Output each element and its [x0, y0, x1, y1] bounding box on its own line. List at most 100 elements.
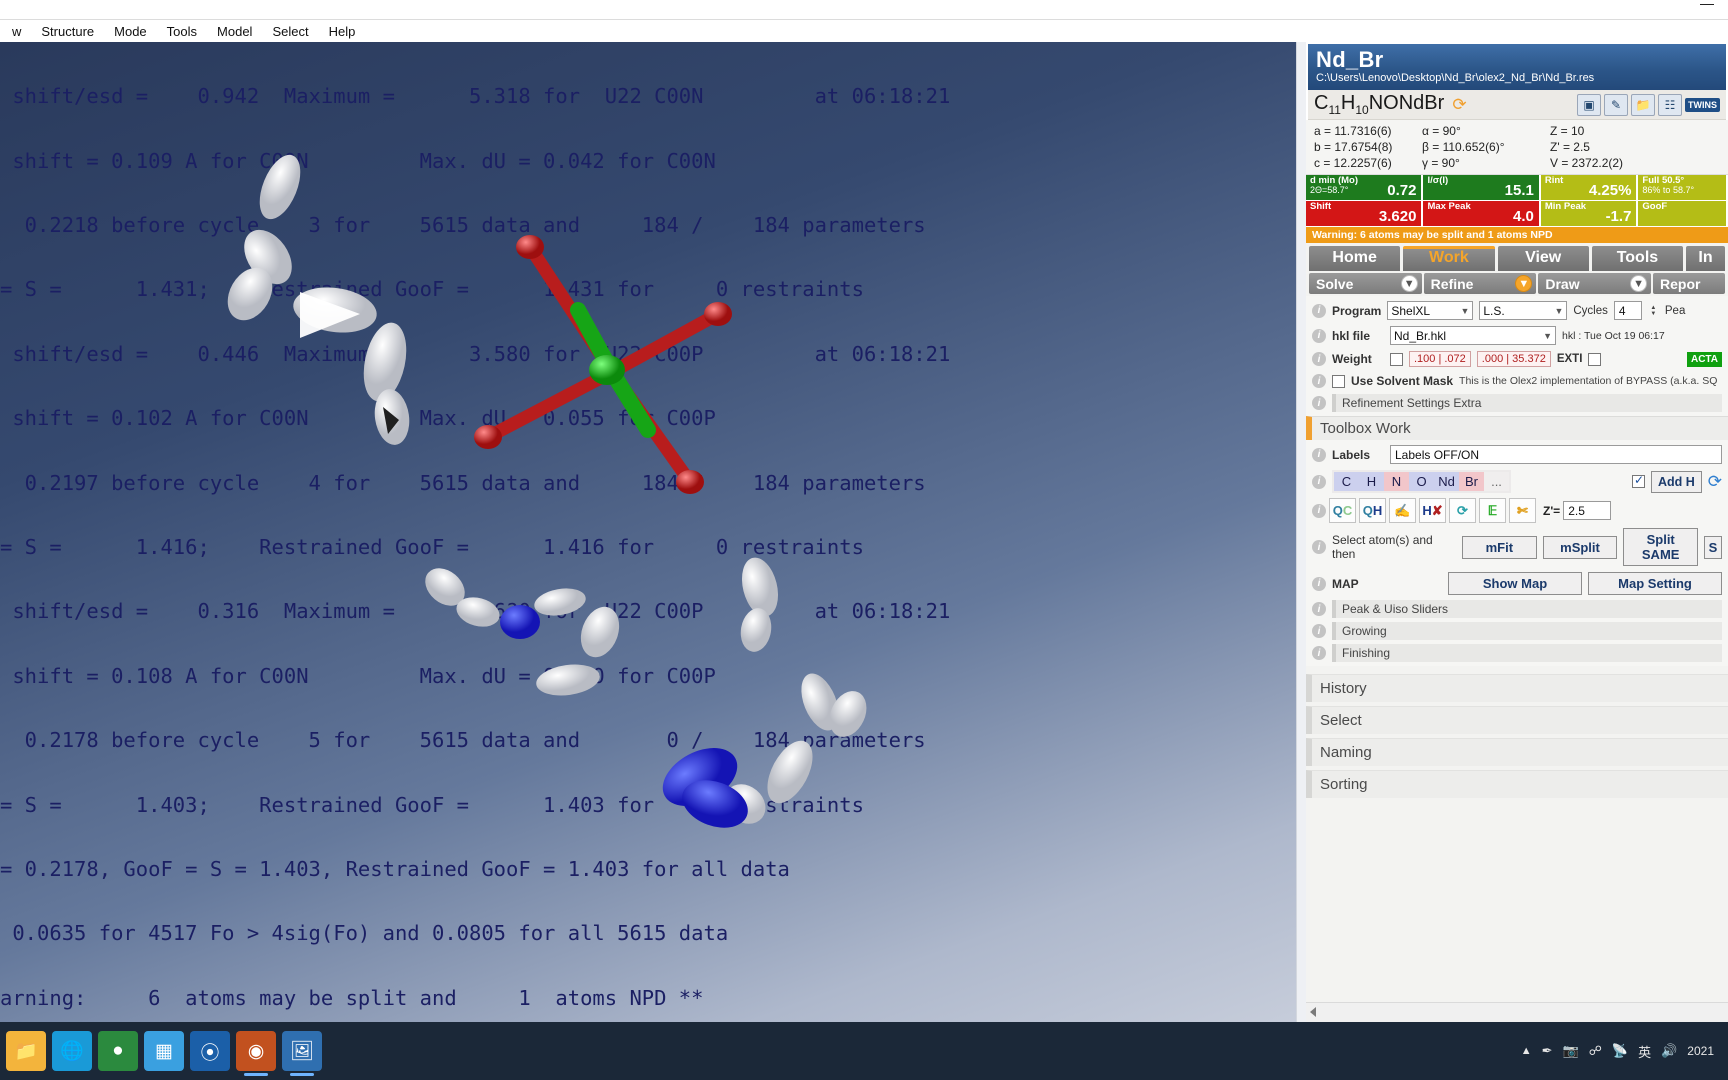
solve-dropdown-icon[interactable]: ▼: [1400, 275, 1418, 292]
accordion-naming[interactable]: Naming: [1306, 738, 1728, 766]
ime-icon[interactable]: 英: [1638, 1042, 1651, 1061]
chevron-up-icon[interactable]: ▲: [1521, 1045, 1532, 1057]
scroll-left-icon[interactable]: [1310, 1007, 1316, 1017]
info-icon[interactable]: i: [1312, 503, 1326, 518]
tab-home[interactable]: Home: [1309, 246, 1401, 271]
pen-icon[interactable]: ✎: [1604, 93, 1628, 116]
menu-item-w[interactable]: w: [2, 22, 31, 41]
info-icon[interactable]: i: [1312, 352, 1326, 366]
info-icon[interactable]: i: [1312, 576, 1326, 591]
camera-icon[interactable]: 📷: [1563, 1043, 1579, 1059]
picture-icon[interactable]: ▣: [1577, 93, 1601, 116]
element-button-nd[interactable]: Nd: [1434, 472, 1459, 491]
bluetooth-icon[interactable]: ☍: [1589, 1043, 1602, 1059]
cycles-input[interactable]: 4: [1613, 301, 1642, 320]
exti-checkbox[interactable]: [1588, 352, 1602, 366]
report-button[interactable]: Repor: [1653, 273, 1726, 294]
book-icon[interactable]: ☷: [1658, 93, 1682, 116]
info-icon[interactable]: i: [1312, 303, 1326, 318]
folder-icon[interactable]: 📁: [1631, 93, 1655, 116]
q-to-c-icon[interactable]: QC: [1329, 498, 1356, 523]
menu-item-mode[interactable]: Mode: [104, 22, 157, 41]
grow-fragment-icon[interactable]: 𝔼: [1479, 498, 1506, 523]
refresh-h-icon[interactable]: ⟳: [1708, 473, 1722, 490]
network-icon[interactable]: 📡: [1612, 1043, 1628, 1059]
menu-item-structure[interactable]: Structure: [31, 22, 104, 41]
accordion-history[interactable]: History: [1306, 674, 1728, 702]
speaker-icon[interactable]: 🔊: [1661, 1043, 1677, 1059]
labels-input[interactable]: Labels OFF/ON: [1390, 445, 1722, 464]
chevron-down-icon[interactable]: ▼: [1543, 331, 1552, 341]
info-icon[interactable]: i: [1312, 624, 1326, 638]
accordion-select[interactable]: Select: [1306, 706, 1728, 734]
menu-item-help[interactable]: Help: [319, 22, 366, 41]
weight-b-field[interactable]: .000 | 35.372: [1476, 351, 1551, 367]
menu-item-tools[interactable]: Tools: [157, 22, 207, 41]
method-select[interactable]: L.S. ▼: [1479, 301, 1568, 320]
photos-icon[interactable]: 🖼: [282, 1031, 322, 1076]
element-button-br[interactable]: Br: [1459, 472, 1484, 491]
msplit-button[interactable]: mSplit: [1542, 535, 1618, 559]
weight-checkbox[interactable]: [1390, 352, 1403, 366]
finishing-section[interactable]: Finishing: [1332, 644, 1722, 662]
info-icon[interactable]: i: [1312, 374, 1326, 388]
element-button-o[interactable]: O: [1409, 472, 1434, 491]
add-h-button[interactable]: Add H: [1650, 470, 1702, 493]
twins-badge[interactable]: TWINS: [1685, 97, 1720, 112]
store-icon[interactable]: ▦: [144, 1031, 184, 1071]
tab-view[interactable]: View: [1497, 246, 1589, 271]
refinement-settings-extra[interactable]: Refinement Settings Extra: [1332, 394, 1722, 412]
growing-section[interactable]: Growing: [1332, 622, 1722, 640]
element-button-more[interactable]: ...: [1484, 472, 1509, 491]
zprime-input[interactable]: 2.5: [1563, 501, 1612, 520]
mfit-button[interactable]: mFit: [1462, 535, 1537, 559]
refine-button[interactable]: Refine ▼: [1423, 273, 1537, 294]
chevron-down-icon[interactable]: ▼: [1554, 306, 1563, 316]
info-icon[interactable]: i: [1312, 396, 1326, 410]
add-h-checkbox[interactable]: [1631, 473, 1645, 488]
element-button-c[interactable]: C: [1334, 472, 1359, 491]
pen-icon[interactable]: ✒: [1542, 1043, 1553, 1059]
split-s-button[interactable]: S: [1704, 535, 1723, 559]
accordion-sorting[interactable]: Sorting: [1306, 770, 1728, 798]
file-explorer-icon[interactable]: 📁: [6, 1031, 46, 1071]
q-to-h-icon[interactable]: QH: [1359, 498, 1386, 523]
chevron-down-icon[interactable]: ▼: [1460, 306, 1469, 316]
tab-info[interactable]: In: [1686, 246, 1725, 271]
clean-brush-icon[interactable]: ✍: [1389, 498, 1416, 523]
dock-horizontal-scrollbar[interactable]: [1306, 1002, 1728, 1022]
remove-h-icon[interactable]: H ✘: [1419, 498, 1446, 523]
hkl-select[interactable]: Nd_Br.hkl ▼: [1390, 326, 1556, 345]
solve-button[interactable]: Solve ▼: [1309, 273, 1422, 294]
info-icon[interactable]: i: [1312, 540, 1326, 554]
info-icon[interactable]: i: [1312, 646, 1326, 660]
element-button-h[interactable]: H: [1359, 472, 1384, 491]
draw-button[interactable]: Draw ▼: [1538, 273, 1652, 294]
show-map-button[interactable]: Show Map: [1448, 572, 1582, 595]
peak-uiso-sliders[interactable]: Peak & Uiso Sliders: [1332, 600, 1722, 618]
chrome-icon[interactable]: ●: [98, 1031, 138, 1071]
map-settings-button[interactable]: Map Setting: [1588, 572, 1722, 595]
scissors-icon[interactable]: ✄: [1509, 498, 1536, 523]
tab-tools[interactable]: Tools: [1591, 246, 1684, 271]
refine-dropdown-icon[interactable]: ▼: [1515, 275, 1533, 292]
viewport-vertical-scrollbar[interactable]: [1296, 42, 1306, 1042]
menu-item-model[interactable]: Model: [207, 22, 262, 41]
solvent-mask-checkbox[interactable]: [1332, 374, 1345, 388]
info-icon[interactable]: i: [1312, 328, 1326, 343]
structure-viewport[interactable]: shift/esd = 0.942 Maximum = 5.318 for U2…: [0, 42, 1306, 1042]
edge-icon[interactable]: 🌐: [52, 1031, 92, 1071]
draw-dropdown-icon[interactable]: ▼: [1630, 275, 1648, 292]
minimize-button[interactable]: [1700, 4, 1714, 5]
program-select[interactable]: ShelXL ▼: [1387, 301, 1474, 320]
info-icon[interactable]: i: [1312, 447, 1326, 462]
acta-button[interactable]: ACTA: [1686, 351, 1722, 367]
refresh-q-icon[interactable]: ⟳: [1449, 498, 1476, 523]
menu-item-select[interactable]: Select: [262, 22, 318, 41]
refresh-icon[interactable]: ⟳: [1452, 96, 1466, 113]
split-same-button[interactable]: Split SAME: [1623, 528, 1699, 566]
info-icon[interactable]: i: [1312, 474, 1326, 489]
cycles-stepper[interactable]: ▲ ▼: [1648, 305, 1659, 317]
toolbox-work-header[interactable]: Toolbox Work: [1306, 416, 1728, 440]
clock[interactable]: 2021: [1687, 1044, 1714, 1058]
